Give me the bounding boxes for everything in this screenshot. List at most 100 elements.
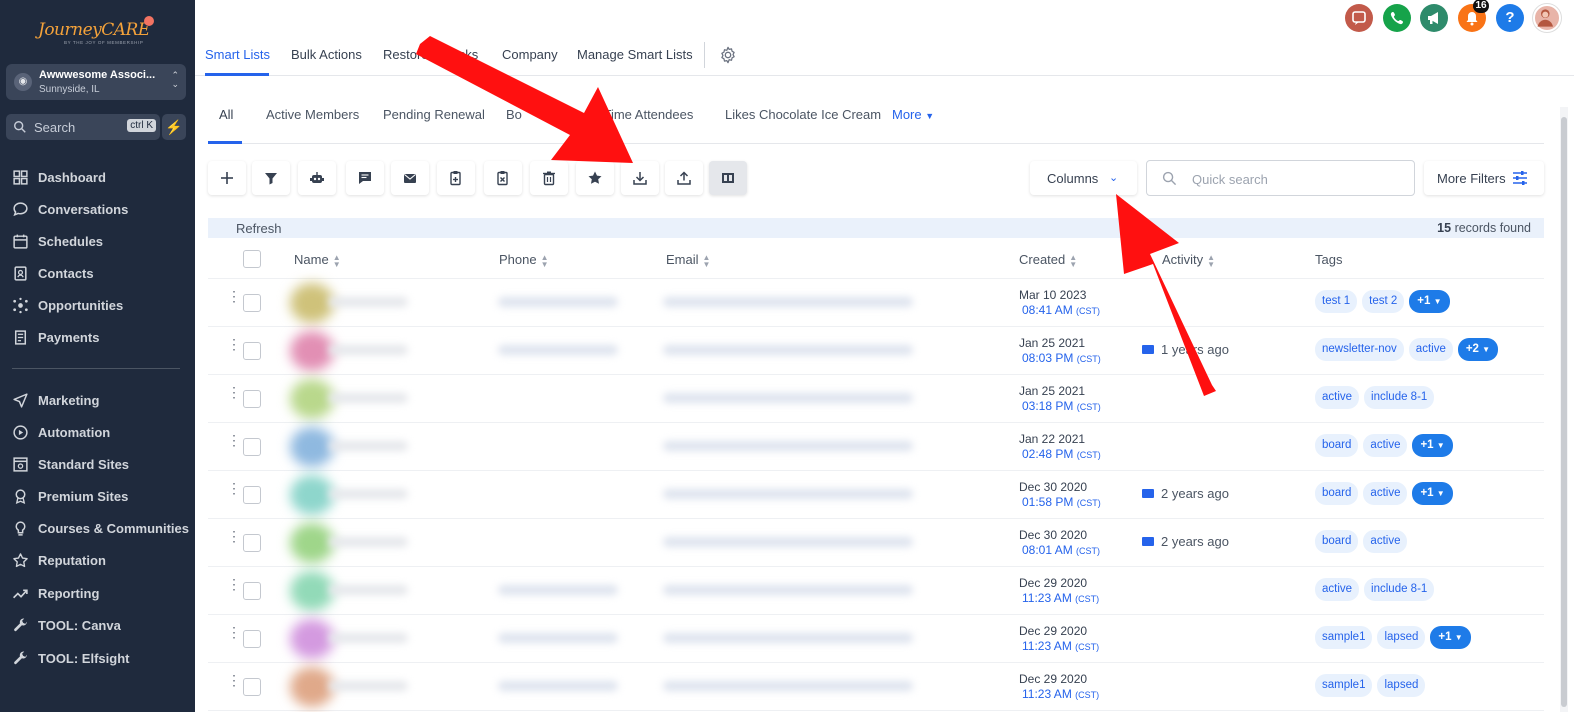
contact-name-redacted[interactable] [328, 681, 408, 691]
tag-chip[interactable]: include 8-1 [1364, 386, 1435, 409]
tag-chip[interactable]: test 2 [1362, 290, 1405, 313]
sidebar-item-conversations[interactable]: Conversations [12, 198, 128, 220]
filter-button[interactable] [252, 161, 290, 195]
import-contacts-button[interactable] [665, 161, 703, 195]
tab-company[interactable]: Company [502, 47, 558, 62]
row-actions-icon[interactable]: ⋮ [227, 433, 241, 447]
row-checkbox[interactable] [243, 294, 261, 312]
select-all-checkbox[interactable] [243, 250, 261, 268]
scrollbar-thumb[interactable] [1561, 117, 1567, 707]
row-actions-icon[interactable]: ⋮ [227, 625, 241, 639]
tab-manage-smart-lists[interactable]: Manage Smart Lists [577, 47, 693, 62]
row-checkbox[interactable] [243, 582, 261, 600]
merge-contacts-button[interactable] [709, 161, 747, 195]
tag-chip[interactable]: active [1315, 386, 1360, 409]
sidebar-item-marketing[interactable]: Marketing [12, 389, 99, 411]
sidebar-item-tool-canva[interactable]: TOOL: Canva [12, 614, 121, 636]
chat-widget-button[interactable] [1345, 4, 1373, 32]
tag-chip[interactable]: sample1 [1315, 674, 1373, 697]
tab-restore[interactable]: Restore [383, 47, 429, 62]
column-header-activity[interactable]: Activity ▲ ▼ [1162, 252, 1215, 268]
tag-chip[interactable]: board [1315, 434, 1359, 457]
smartlist-tab-likes-chocolate[interactable]: Likes Chocolate Ice Cream [725, 107, 881, 122]
user-avatar[interactable] [1533, 4, 1561, 32]
table-row[interactable]: ⋮ Dec 29 2020 11:23 AM (CST) sample1 lapsed [208, 663, 1544, 711]
add-contact-button[interactable] [208, 161, 246, 195]
row-checkbox[interactable] [243, 390, 261, 408]
more-tags-button[interactable]: +1 ▼ [1412, 482, 1453, 505]
table-row[interactable]: ⋮ Dec 29 2020 11:23 AM (CST) sample1 lapsed +… [208, 615, 1544, 663]
sidebar-item-automation[interactable]: Automation [12, 421, 110, 443]
tag-chip[interactable]: lapsed [1377, 626, 1426, 649]
contact-name-redacted[interactable] [328, 489, 408, 499]
quick-search-input[interactable]: Quick search [1146, 160, 1415, 196]
row-checkbox[interactable] [243, 630, 261, 648]
add-to-automation-button[interactable] [298, 161, 336, 195]
column-header-phone[interactable]: Phone ▲ ▼ [499, 252, 549, 268]
row-actions-icon[interactable]: ⋮ [227, 337, 241, 351]
smartlist-more-dropdown[interactable]: More ▼ [892, 107, 934, 122]
row-actions-icon[interactable]: ⋮ [227, 577, 241, 591]
row-actions-icon[interactable]: ⋮ [227, 289, 241, 303]
sidebar-item-reputation[interactable]: Reputation [12, 549, 106, 571]
smartlist-tab-first-time-attendees[interactable]: st Time Attendees [590, 107, 693, 122]
sidebar-item-payments[interactable]: Payments [12, 326, 99, 348]
column-header-name[interactable]: Name ▲ ▼ [294, 252, 341, 268]
contact-name-redacted[interactable] [328, 633, 408, 643]
review-request-button[interactable] [576, 161, 614, 195]
send-sms-button[interactable] [346, 161, 384, 195]
tag-chip[interactable]: newsletter-nov [1315, 338, 1404, 361]
add-tag-button[interactable] [437, 161, 475, 195]
tag-chip[interactable]: include 8-1 [1364, 578, 1435, 601]
sidebar-item-dashboard[interactable]: Dashboard [12, 166, 106, 188]
tab-bulk-actions[interactable]: Bulk Actions [291, 47, 362, 62]
tag-chip[interactable]: lapsed [1377, 674, 1426, 697]
row-actions-icon[interactable]: ⋮ [227, 385, 241, 399]
more-filters-button[interactable]: More Filters [1424, 161, 1544, 195]
tab-tasks[interactable]: Tasks [445, 47, 478, 62]
phone-button[interactable] [1383, 4, 1411, 32]
tag-chip[interactable]: board [1315, 482, 1359, 505]
row-checkbox[interactable] [243, 678, 261, 696]
refresh-link[interactable]: Refresh [236, 221, 282, 236]
table-row[interactable]: ⋮ Jan 25 2021 03:18 PM (CST) active include … [208, 375, 1544, 423]
contact-name-redacted[interactable] [328, 585, 408, 595]
table-row[interactable]: ⋮ Dec 30 2020 01:58 PM (CST) 2 years ago boa… [208, 471, 1544, 519]
contact-name-redacted[interactable] [328, 297, 408, 307]
smartlist-tab-all[interactable]: All [219, 107, 233, 122]
smartlist-tab-board[interactable]: Bo [506, 107, 522, 122]
row-checkbox[interactable] [243, 486, 261, 504]
row-checkbox[interactable] [243, 534, 261, 552]
sidebar-item-opportunities[interactable]: Opportunities [12, 294, 123, 316]
columns-dropdown[interactable]: Columns ⌄ [1030, 161, 1137, 195]
page-scrollbar[interactable] [1560, 107, 1568, 712]
table-row[interactable]: ⋮ Jan 25 2021 08:03 PM (CST) 1 years ago new… [208, 327, 1544, 375]
sidebar-item-contacts[interactable]: Contacts [12, 262, 94, 284]
contact-name-redacted[interactable] [328, 345, 408, 355]
row-checkbox[interactable] [243, 438, 261, 456]
more-tags-button[interactable]: +2 ▼ [1457, 338, 1499, 361]
more-tags-button[interactable]: +1 ▼ [1412, 434, 1453, 457]
sidebar-item-schedules[interactable]: Schedules [12, 230, 103, 252]
gear-icon[interactable] [719, 46, 737, 64]
delete-contacts-button[interactable] [530, 161, 568, 195]
tag-chip[interactable]: active [1363, 434, 1408, 457]
announcements-button[interactable] [1420, 4, 1448, 32]
smartlist-tab-pending-renewal[interactable]: Pending Renewal [383, 107, 485, 122]
tag-chip[interactable]: active [1363, 530, 1408, 553]
tab-smart-lists[interactable]: Smart Lists [205, 47, 270, 62]
table-row[interactable]: ⋮ Dec 29 2020 11:23 AM (CST) active include … [208, 567, 1544, 615]
quick-actions-button[interactable]: ⚡ [162, 114, 186, 140]
row-checkbox[interactable] [243, 342, 261, 360]
table-row[interactable]: ⋮ Jan 22 2021 02:48 PM (CST) board active +1 … [208, 423, 1544, 471]
smartlist-tab-active-members[interactable]: Active Members [266, 107, 359, 122]
export-contacts-button[interactable] [621, 161, 659, 195]
help-button[interactable]: ? [1496, 4, 1524, 32]
row-actions-icon[interactable]: ⋮ [227, 673, 241, 687]
row-actions-icon[interactable]: ⋮ [227, 529, 241, 543]
send-email-button[interactable] [391, 161, 429, 195]
account-switcher[interactable]: ◉ Awwwesome Associ... Sunnyside, IL ⌃ ⌄ [6, 64, 186, 100]
tag-chip[interactable]: active [1315, 578, 1360, 601]
remove-tag-button[interactable] [484, 161, 522, 195]
tag-chip[interactable]: sample1 [1315, 626, 1373, 649]
